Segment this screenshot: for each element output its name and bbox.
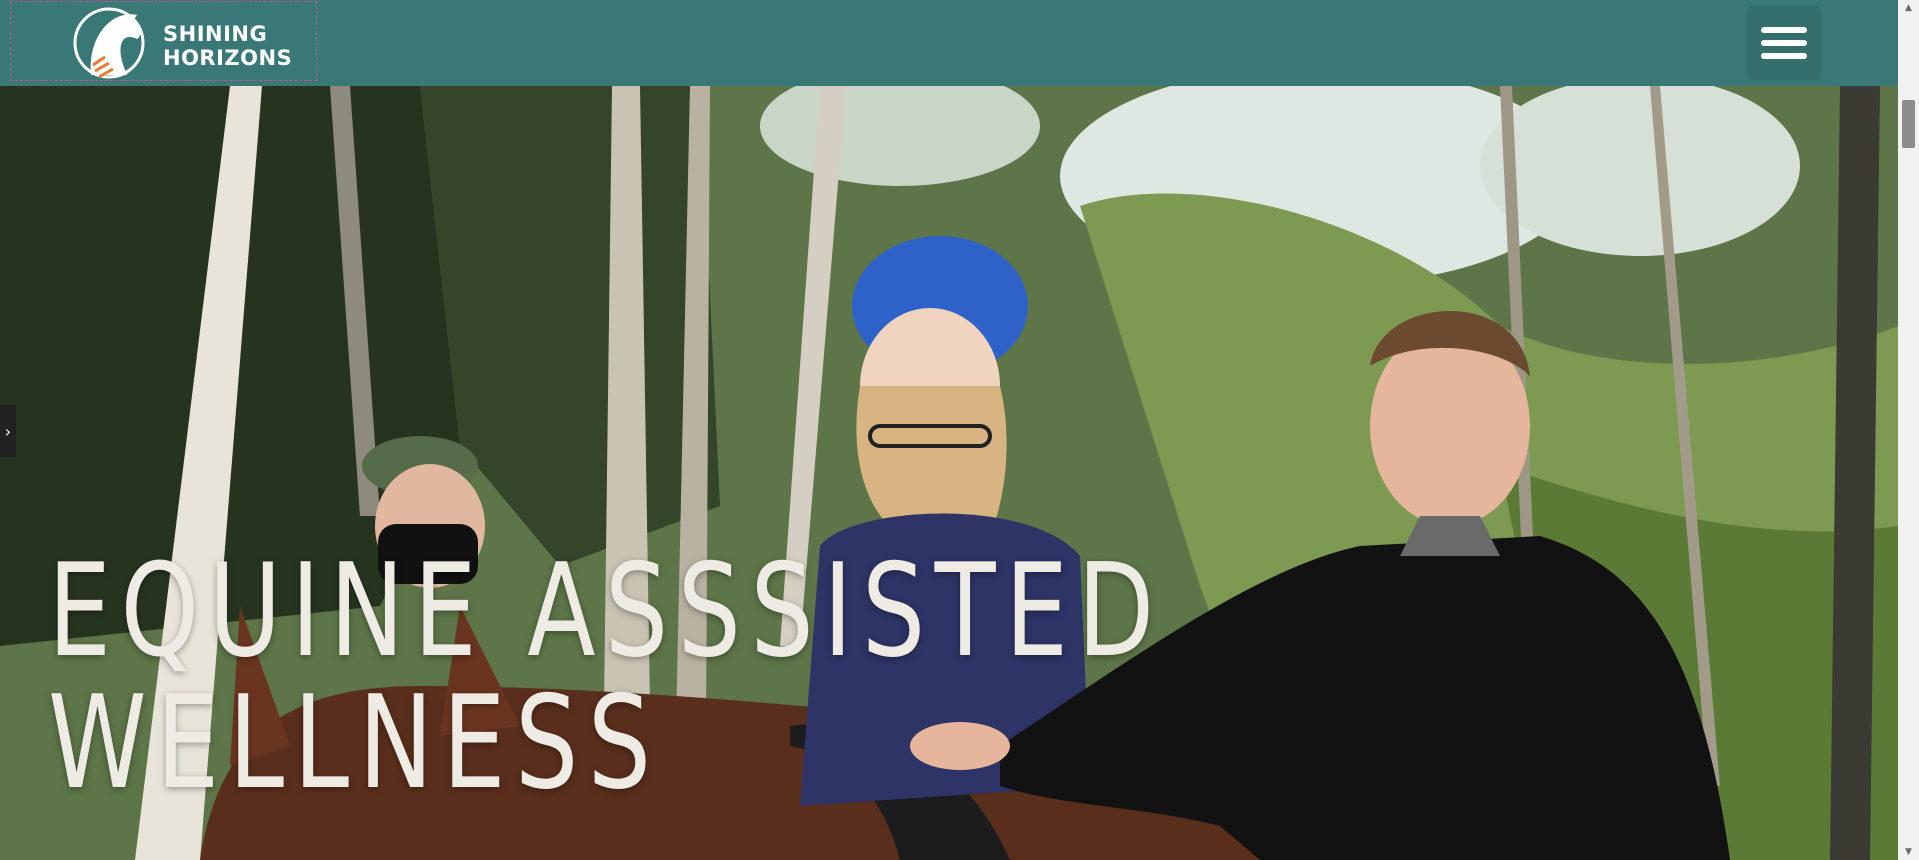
hamburger-menu-icon — [1761, 27, 1807, 59]
logo-line-1: SHINING — [163, 22, 268, 46]
hero-title-line-2: WELLNESS — [48, 669, 661, 818]
logo-line-2: HORIZONS — [163, 46, 293, 70]
scroll-down-arrow-icon[interactable]: ▼ — [1898, 844, 1919, 860]
site-header: SHINING HORIZONS — [0, 0, 1898, 86]
scrollbar-thumb[interactable] — [1902, 100, 1915, 148]
hero-banner: EQUINE ASSSISTED WELLNESS — [0, 86, 1898, 860]
page-scrollbar[interactable]: ▲ ▼ — [1898, 0, 1919, 860]
hero-title-line-1: EQUINE ASSSISTED — [48, 537, 1164, 686]
slider-next-button[interactable]: › — [0, 405, 16, 457]
menu-button[interactable] — [1747, 6, 1821, 80]
horse-head-logo-icon — [73, 7, 145, 79]
chevron-right-icon: › — [4, 421, 12, 441]
logo-link[interactable]: SHINING HORIZONS — [10, 1, 317, 81]
logo-wordmark: SHINING HORIZONS — [163, 22, 292, 70]
hero-title: EQUINE ASSSISTED WELLNESS — [48, 546, 1164, 810]
scroll-up-arrow-icon[interactable]: ▲ — [1898, 0, 1919, 16]
